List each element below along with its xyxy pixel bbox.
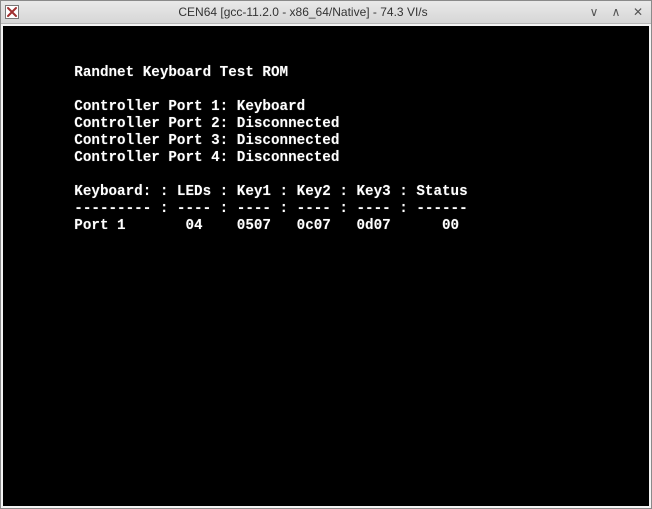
maximize-button[interactable]: ∧ — [609, 5, 623, 19]
window-controls: ∨ ∧ ✕ — [587, 5, 647, 19]
minimize-button[interactable]: ∨ — [587, 5, 601, 19]
titlebar[interactable]: CEN64 [gcc-11.2.0 - x86_64/Native] - 74.… — [1, 1, 651, 24]
app-window: CEN64 [gcc-11.2.0 - x86_64/Native] - 74.… — [0, 0, 652, 509]
window-title: CEN64 [gcc-11.2.0 - x86_64/Native] - 74.… — [25, 5, 581, 19]
close-button[interactable]: ✕ — [631, 5, 645, 19]
app-x-icon — [5, 5, 19, 19]
terminal-output: Randnet Keyboard Test ROM Controller Por… — [4, 42, 616, 490]
emulator-viewport: Randnet Keyboard Test ROM Controller Por… — [3, 26, 649, 506]
